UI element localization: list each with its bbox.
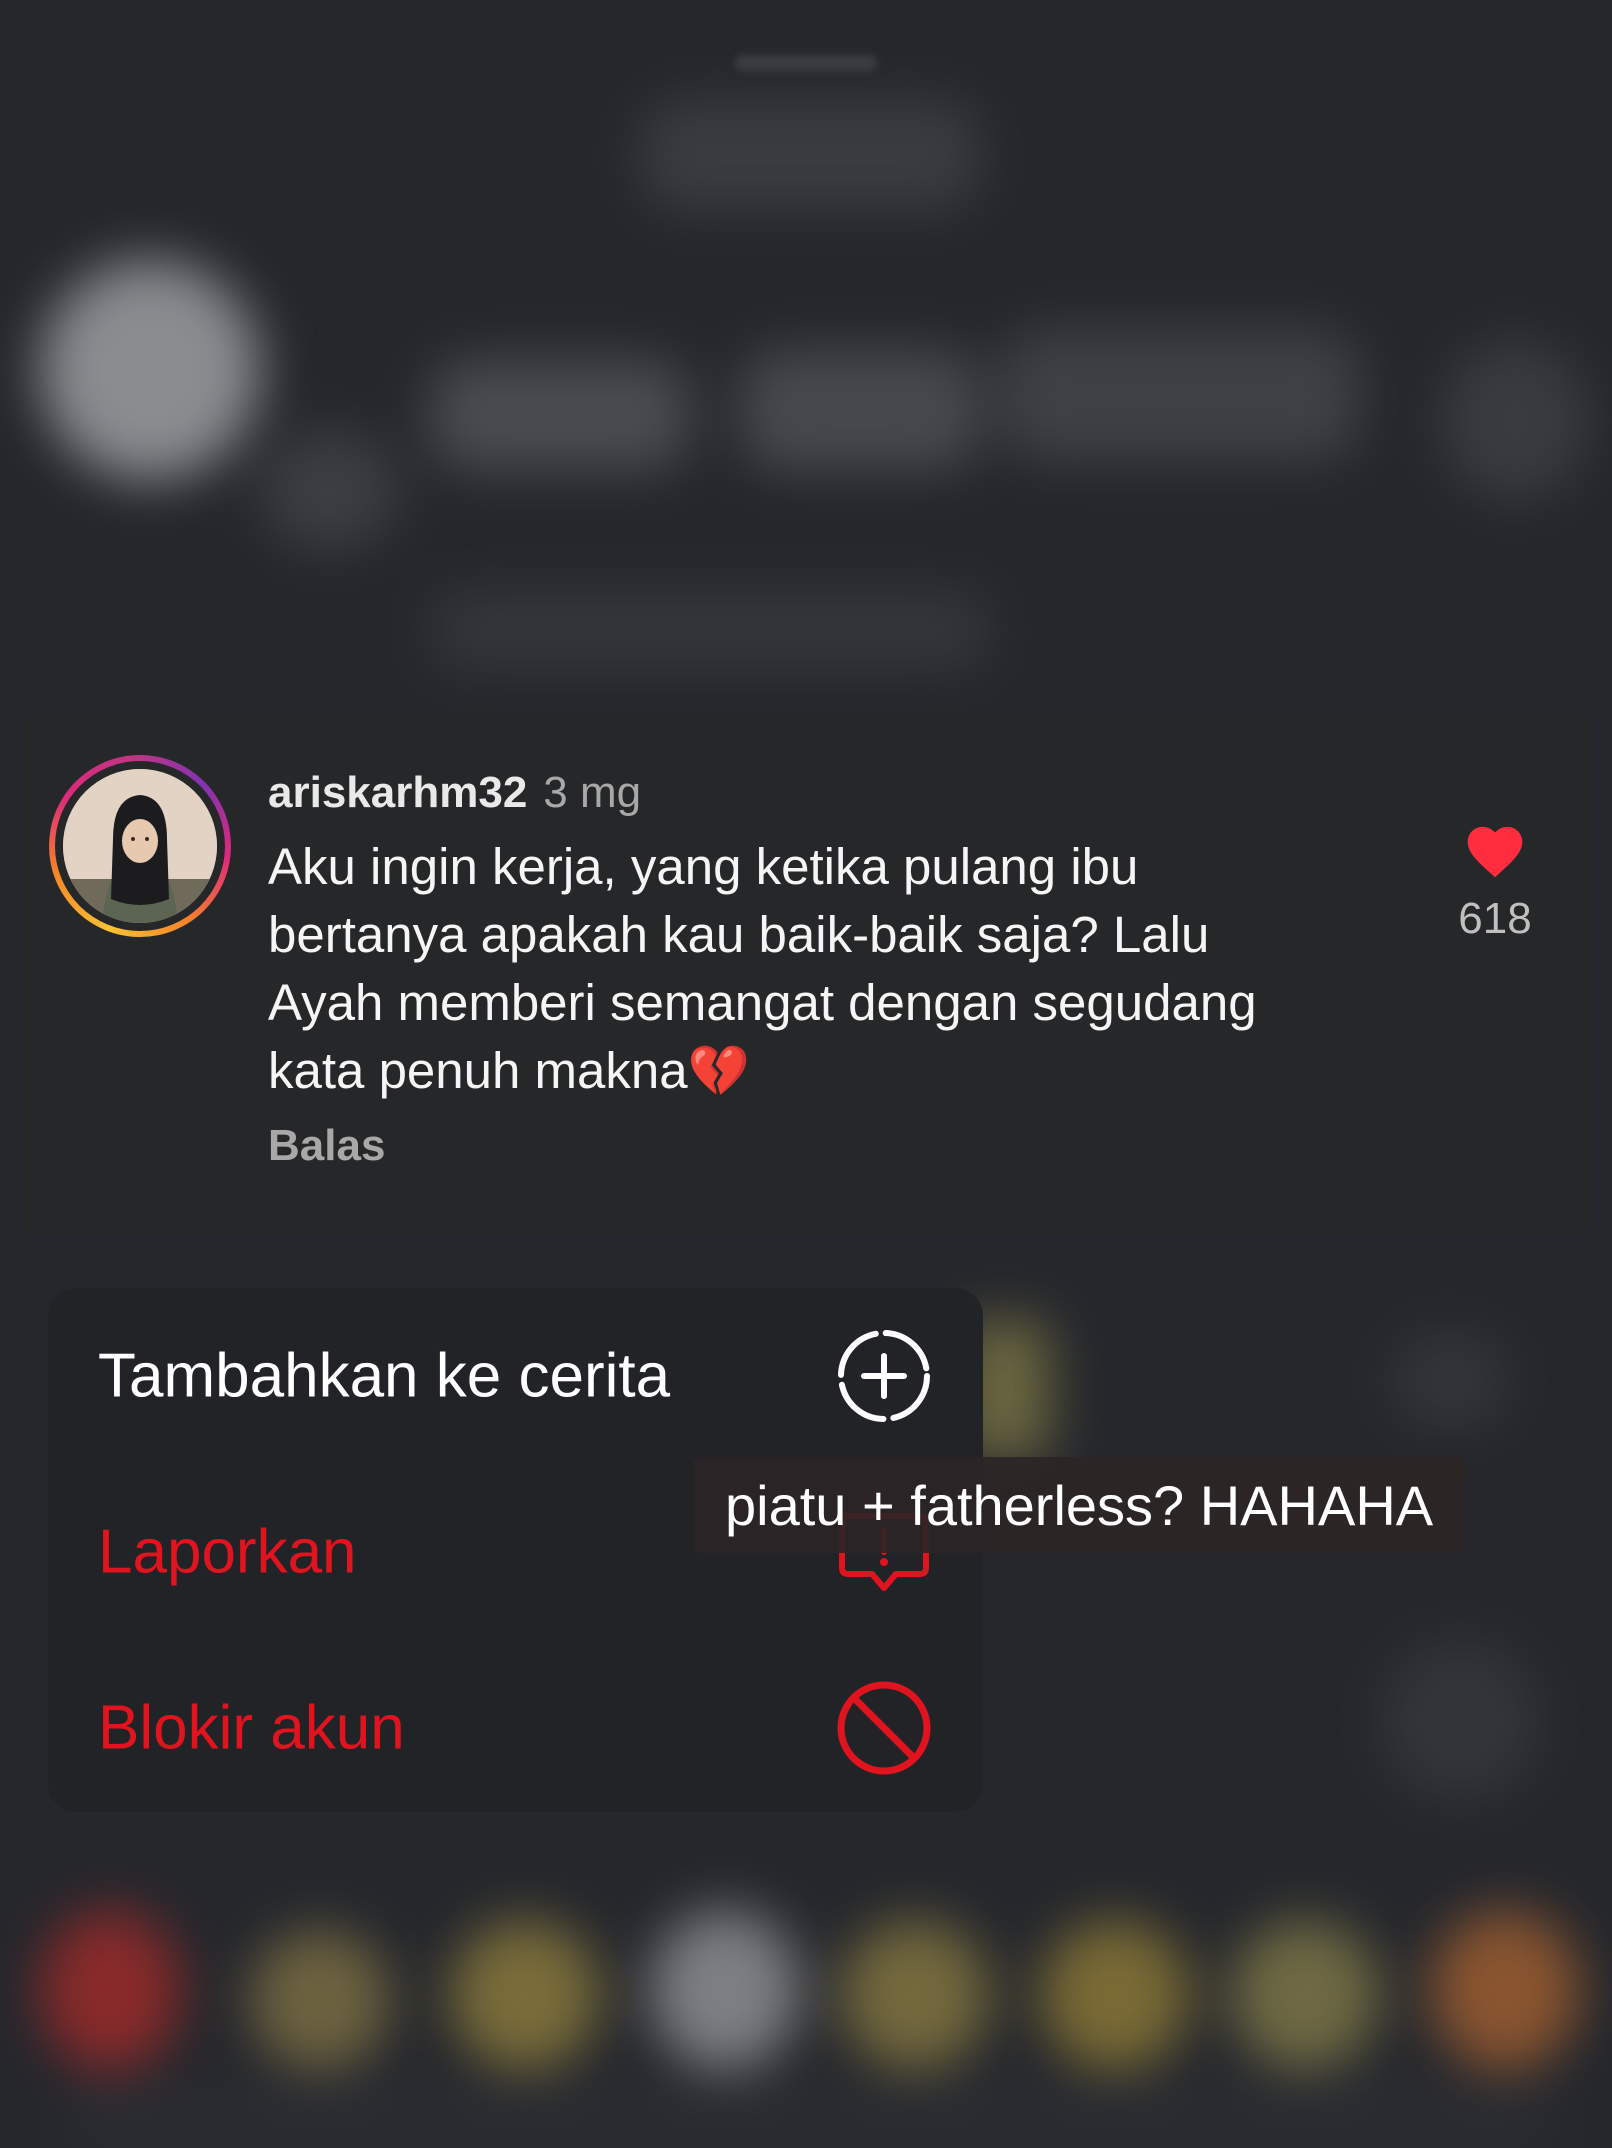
heart-icon[interactable] [1440, 820, 1550, 884]
menu-item-label: Laporkan [98, 1517, 357, 1587]
sheet-handle[interactable] [735, 55, 877, 71]
caption-text: piatu + fatherless? HAHAHA [725, 1473, 1434, 1537]
caption-overlay: piatu + fatherless? HAHAHA [693, 1457, 1466, 1553]
menu-item-label: Tambahkan ke cerita [98, 1341, 671, 1411]
like-area: 618 [1440, 820, 1550, 944]
menu-item-add-to-story[interactable]: Tambahkan ke cerita [48, 1288, 983, 1464]
timestamp: 3 mg [543, 768, 642, 817]
avatar[interactable] [49, 755, 231, 937]
reply-button[interactable]: Balas [268, 1121, 1318, 1171]
username[interactable]: ariskarhm32 [268, 768, 527, 817]
avatar-photo [63, 769, 217, 923]
comment-body: ariskarhm32 3 mg Aku ingin kerja, yang ke… [268, 765, 1318, 1171]
screen: ariskarhm32 3 mg Aku ingin kerja, yang ke… [0, 0, 1612, 2148]
comment-header: ariskarhm32 3 mg [268, 765, 1318, 821]
like-count: 618 [1458, 894, 1532, 943]
comment-text-body: Aku ingin kerja, yang ketika pulang ibu … [268, 838, 1257, 1099]
menu-item-label: Blokir akun [98, 1693, 405, 1763]
menu-item-block-account[interactable]: Blokir akun [48, 1640, 983, 1816]
broken-heart-emoji: 💔 [687, 1043, 750, 1099]
comment-text: Aku ingin kerja, yang ketika pulang ibu … [268, 833, 1328, 1105]
block-icon [834, 1678, 934, 1778]
comment-card: ariskarhm32 3 mg Aku ingin kerja, yang ke… [25, 710, 1590, 1235]
add-circle-dashed-icon [834, 1326, 934, 1426]
